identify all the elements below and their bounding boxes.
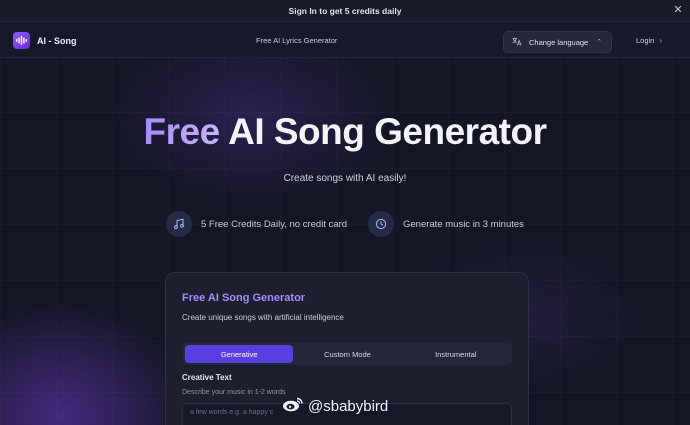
translate-icon	[512, 33, 522, 51]
sound-wave-icon	[13, 32, 30, 49]
feature-text: Generate music in 3 minutes	[403, 218, 524, 230]
watermark: @sbabybird	[282, 396, 388, 417]
chevron-right-icon: ›	[659, 36, 663, 45]
page-title: Free AI Song Generator	[0, 111, 690, 153]
chevron-up-down-icon: ⌃	[596, 39, 603, 46]
music-note-icon	[166, 211, 192, 237]
brand-logo[interactable]: AI - Song	[13, 32, 77, 49]
card-subtitle: Create unique songs with artificial inte…	[182, 313, 344, 322]
login-label: Login	[636, 36, 655, 45]
close-icon[interactable]: ✕	[672, 4, 684, 16]
feature-generate-time: Generate music in 3 minutes	[368, 211, 524, 237]
tab-instrumental[interactable]: Instrumental	[402, 345, 510, 363]
signin-banner[interactable]: Sign In to get 5 credits daily ✕	[0, 0, 690, 22]
weibo-icon	[282, 396, 304, 417]
banner-text[interactable]: Sign In to get 5 credits daily	[289, 6, 402, 16]
creative-text-label: Creative Text	[182, 373, 232, 382]
brand-name: AI - Song	[37, 35, 77, 46]
mode-tabs: Generative Custom Mode Instrumental	[183, 343, 512, 365]
tab-custom-mode[interactable]: Custom Mode	[293, 345, 401, 363]
tab-generative[interactable]: Generative	[185, 345, 294, 363]
title-rest: AI Song Generator	[228, 111, 547, 152]
change-language-label: Change language	[529, 37, 589, 47]
feature-text: 5 Free Credits Daily, no credit card	[201, 218, 348, 230]
change-language-button[interactable]: Change language ⌃	[503, 31, 612, 53]
card-title: Free AI Song Generator	[182, 292, 306, 304]
page-subtitle: Create songs with AI easily!	[283, 173, 407, 184]
login-link[interactable]: Login ›	[636, 36, 662, 45]
title-highlight: Free	[143, 111, 221, 152]
feature-free-credits: 5 Free Credits Daily, no credit card	[166, 211, 347, 237]
nav-link-lyrics-generator[interactable]: Free AI Lyrics Generator	[256, 36, 337, 45]
watermark-text: @sbabybird	[308, 398, 389, 415]
clock-icon	[368, 211, 394, 237]
top-navigation: AI - Song Free AI Lyrics Generator Chang…	[0, 22, 690, 58]
creative-text-help: Describe your music in 1-2 words	[182, 389, 286, 396]
